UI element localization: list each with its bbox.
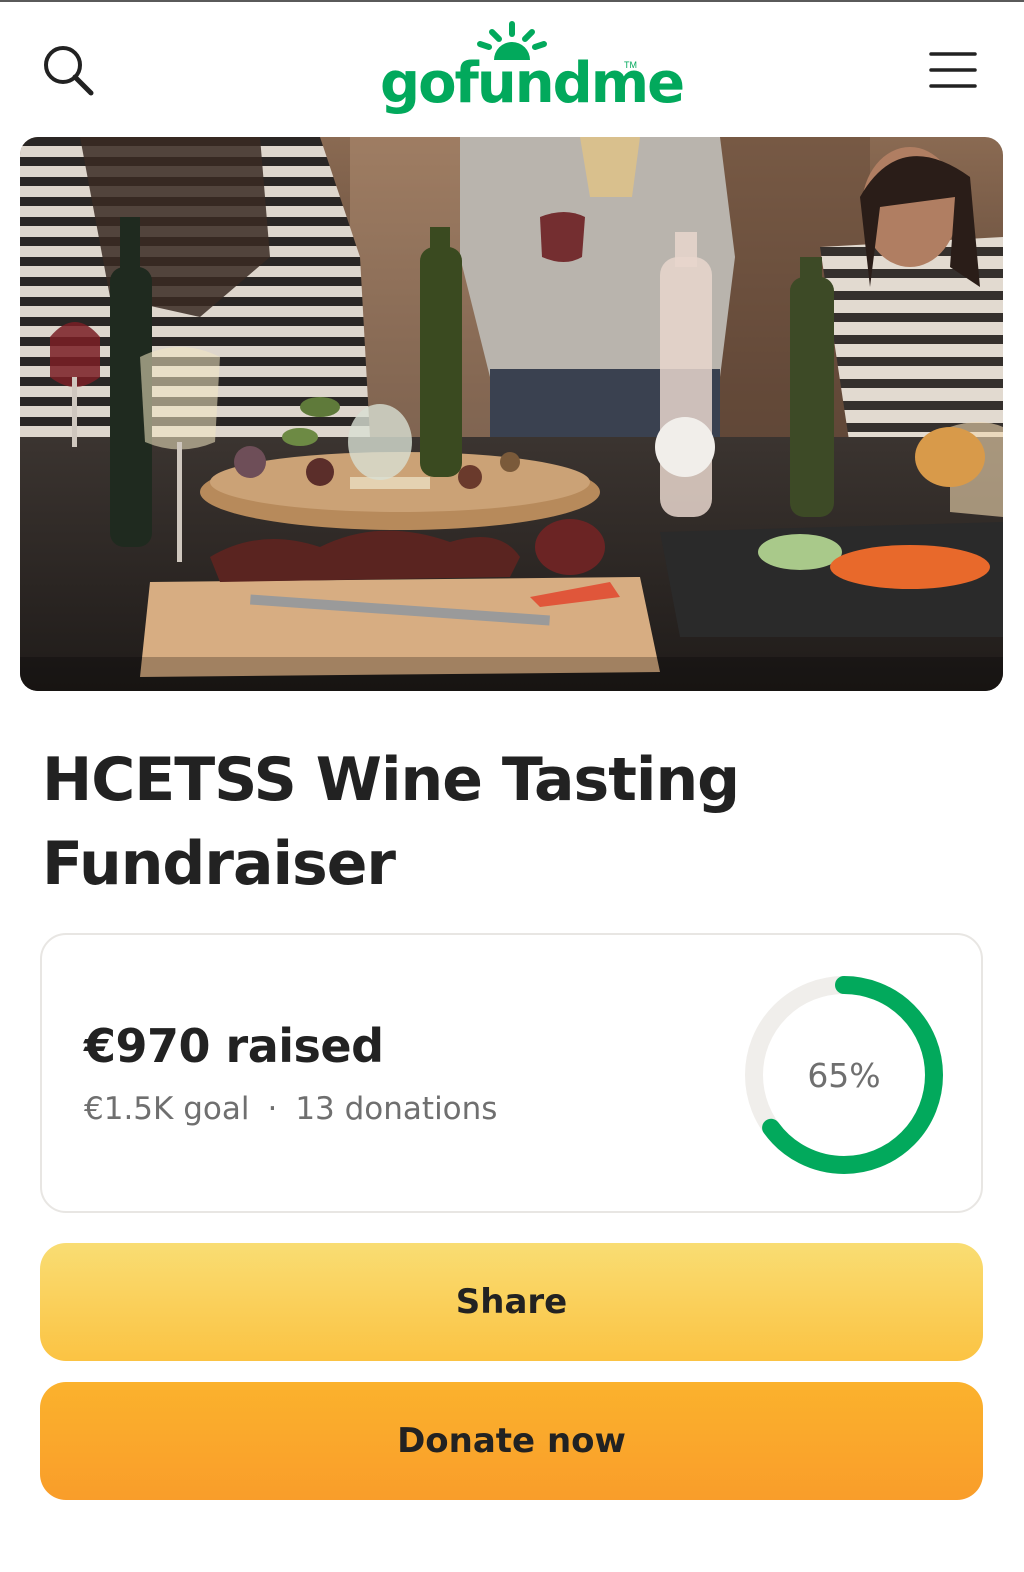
progress-card: €970 raised €1.5K goal · 13 donations 65%	[40, 933, 983, 1213]
progress-percent: 65%	[807, 1055, 881, 1095]
donate-now-button[interactable]: Donate now	[40, 1382, 983, 1500]
hero-photo	[20, 137, 1003, 691]
search-button[interactable]	[36, 38, 100, 102]
campaign-page: gofundme TM HCETSS Wine Tasting Fundrais…	[0, 0, 1024, 1572]
campaign-title: HCETSS Wine Tasting Fundraiser	[42, 745, 740, 899]
progress-ring: 65%	[742, 973, 946, 1177]
amount-raised: €970 raised	[84, 1019, 384, 1073]
campaign-hero-image[interactable]	[20, 137, 1003, 691]
gofundme-logo[interactable]: gofundme TM	[372, 20, 685, 120]
logo-wordmark: gofundme	[380, 51, 685, 116]
campaign-stats: €1.5K goal · 13 donations	[84, 1091, 497, 1127]
donations-count: 13 donations	[295, 1091, 498, 1127]
share-button[interactable]: Share	[40, 1243, 983, 1361]
goal-amount: €1.5K goal	[84, 1091, 250, 1127]
stats-separator: ·	[267, 1091, 278, 1127]
menu-button[interactable]	[920, 38, 986, 102]
header: gofundme TM	[0, 2, 1024, 132]
menu-icon	[929, 52, 977, 88]
search-icon	[44, 46, 94, 96]
logo-trademark: TM	[624, 60, 637, 70]
